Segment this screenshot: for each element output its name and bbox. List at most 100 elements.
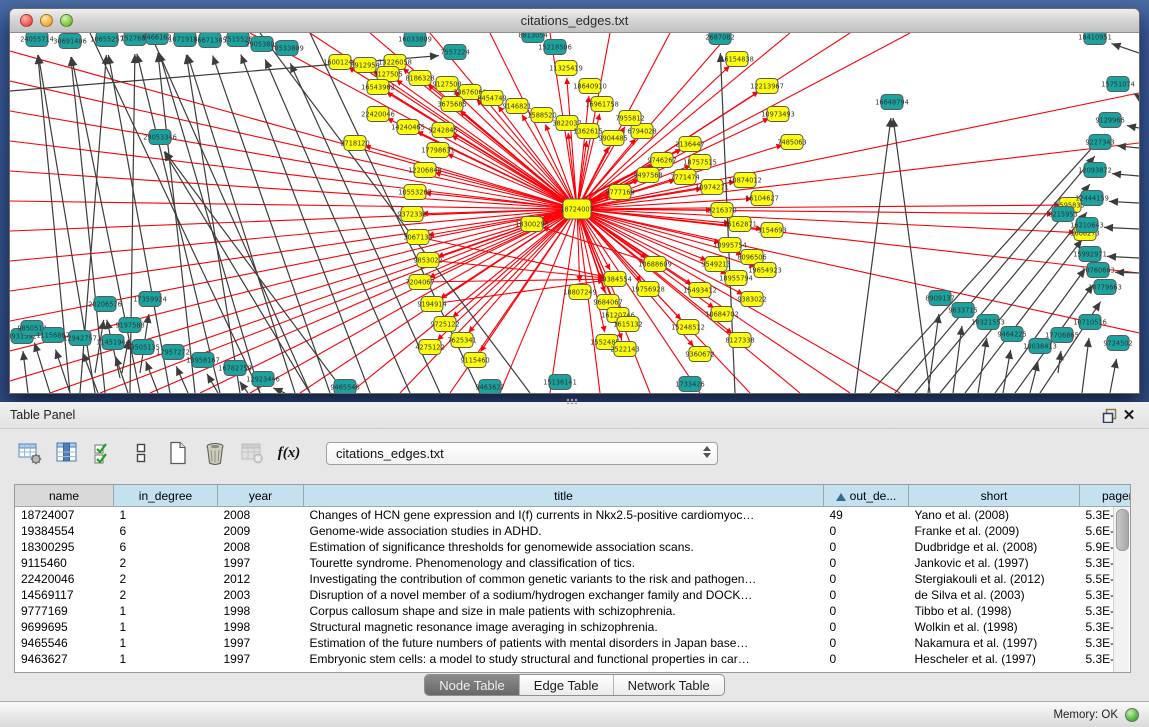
- graph-edge[interactable]: [1134, 93, 1139, 101]
- graph-node[interactable]: 24055714: [20, 33, 54, 47]
- table-row[interactable]: 911546021997Tourette syndrome. Phenomeno…: [15, 555, 1131, 571]
- graph-edge[interactable]: [435, 171, 577, 209]
- table-row[interactable]: 1872400712008Changes of HCN gene express…: [15, 507, 1131, 524]
- graph-node[interactable]: 9777169: [605, 185, 634, 200]
- graph-node[interactable]: 9360672: [685, 347, 714, 362]
- graph-node[interactable]: 1733426: [675, 377, 704, 392]
- citation-graph[interactable]: 1872400716001245891295413226058912750516…: [10, 33, 1139, 394]
- graph-node[interactable]: 7771474: [670, 170, 699, 185]
- graph-edge[interactable]: [20, 351, 28, 393]
- graph-edge[interactable]: [577, 93, 1139, 209]
- tab-edge-table[interactable]: Edge Table: [519, 675, 613, 695]
- table-row[interactable]: 946554611997Estimation of the future num…: [15, 635, 1131, 651]
- graph-node[interactable]: 9129966: [1095, 113, 1124, 128]
- graph-edge[interactable]: [150, 33, 310, 393]
- graph-edge[interactable]: [10, 209, 577, 231]
- graph-node[interactable]: 9633715: [948, 303, 977, 318]
- graph-node[interactable]: 9242845: [428, 123, 457, 138]
- graph-node[interactable]: 3216370: [707, 203, 736, 218]
- table-row[interactable]: 969969511998Structural magnetic resonanc…: [15, 619, 1131, 635]
- graph-edge[interactable]: [145, 361, 158, 393]
- graph-edge[interactable]: [870, 134, 1105, 393]
- graph-node[interactable]: 9724502: [1103, 336, 1132, 351]
- graph-node[interactable]: 8215953: [1048, 207, 1077, 222]
- graph-edge[interactable]: [1109, 198, 1139, 206]
- graph-edge[interactable]: [928, 314, 942, 393]
- graph-node[interactable]: 16648794: [875, 95, 909, 110]
- graph-node[interactable]: 8127338: [725, 333, 754, 348]
- function-icon[interactable]: f(x): [275, 439, 303, 467]
- graph-node[interactable]: 9115460: [460, 353, 489, 368]
- graph-node[interactable]: 29053346: [143, 130, 177, 145]
- table-row[interactable]: 2242004622012Investigating the contribut…: [15, 571, 1131, 587]
- graph-edge[interactable]: [577, 202, 1060, 209]
- window-close-button[interactable]: [20, 14, 33, 27]
- graph-node[interactable]: 2522143: [610, 342, 639, 357]
- graph-node[interactable]: 16782759: [218, 361, 252, 376]
- table-row[interactable]: 1938455462009Genome-wide association stu…: [15, 523, 1131, 539]
- graph-node[interactable]: 2136447: [675, 137, 704, 152]
- scrollbar-thumb[interactable]: [1116, 509, 1129, 551]
- delete-trash-icon[interactable]: [201, 439, 229, 467]
- graph-node[interactable]: 9154693: [757, 223, 786, 238]
- graph-edge[interactable]: [855, 118, 894, 393]
- graph-node[interactable]: 9465546: [330, 380, 359, 395]
- graph-node[interactable]: 3675685: [437, 97, 466, 112]
- graph-edge[interactable]: [1112, 43, 1139, 53]
- graph-edge[interactable]: [550, 209, 577, 393]
- table-row[interactable]: 1456911722003Disruption of a novel membe…: [15, 587, 1131, 603]
- graph-edge[interactable]: [10, 209, 577, 351]
- graph-node[interactable]: 7625341: [447, 333, 476, 348]
- graph-node[interactable]: 15992971: [1073, 247, 1107, 262]
- graph-edge[interactable]: [978, 338, 989, 393]
- graph-edge[interactable]: [10, 51, 577, 209]
- graph-node[interactable]: 15248512: [671, 320, 705, 335]
- graph-node[interactable]: 9227343: [1085, 135, 1114, 150]
- graph-edge[interactable]: [1030, 362, 1040, 393]
- window-titlebar[interactable]: citations_edges.txt: [10, 9, 1139, 33]
- table-column-icon[interactable]: [53, 439, 81, 467]
- graph-edge[interactable]: [1104, 224, 1139, 232]
- graph-node[interactable]: 9725122: [430, 317, 459, 332]
- column-header-year[interactable]: year: [218, 485, 304, 507]
- graph-node[interactable]: 9904485: [598, 131, 627, 146]
- graph-node[interactable]: 17359924: [133, 292, 167, 307]
- graph-node[interactable]: 16033809: [398, 33, 432, 47]
- graph-node[interactable]: 12093872: [1078, 163, 1112, 178]
- graph-node[interactable]: 15136141: [543, 375, 577, 390]
- graph-edge[interactable]: [212, 56, 330, 393]
- graph-node[interactable]: 10874012: [728, 173, 762, 188]
- graph-edge[interactable]: [1110, 359, 1119, 393]
- graph-edge[interactable]: [33, 343, 50, 393]
- graph-node[interactable]: 30691406: [53, 34, 87, 49]
- graph-node[interactable]: 9746267: [647, 153, 676, 168]
- graph-edge[interactable]: [1107, 253, 1139, 261]
- graph-node[interactable]: 7204067: [405, 275, 434, 290]
- graph-node[interactable]: 12206848: [408, 163, 442, 178]
- table-row[interactable]: 1830029562008Estimation of significance …: [15, 539, 1131, 555]
- graph-node[interactable]: 10321553: [971, 315, 1005, 330]
- table-row[interactable]: 977716911998Corpus callosum shape and si…: [15, 603, 1131, 619]
- table-row[interactable]: 946362711997Embryonic stem cells: a mode…: [15, 651, 1131, 667]
- window-zoom-button[interactable]: [60, 14, 73, 27]
- column-header-title[interactable]: title: [304, 485, 824, 507]
- graph-node[interactable]: 2718120: [340, 136, 369, 151]
- graph-node[interactable]: 3067133: [403, 230, 432, 245]
- graph-node[interactable]: 9383022: [737, 292, 766, 307]
- graph-node[interactable]: 8909137: [925, 291, 954, 306]
- graph-node[interactable]: 9463627: [475, 380, 504, 395]
- close-panel-icon[interactable]: ✕: [1119, 406, 1139, 424]
- graph-hub-node[interactable]: 18724007: [560, 199, 594, 219]
- column-header-in_degree[interactable]: in_degree: [114, 485, 218, 507]
- graph-node[interactable]: 18640910: [573, 79, 607, 94]
- network-canvas[interactable]: 1872400716001245891295413226058912750516…: [10, 33, 1139, 394]
- graph-node[interactable]: 16104627: [745, 191, 779, 206]
- graph-node[interactable]: 16961758: [585, 97, 619, 112]
- graph-edge[interactable]: [100, 209, 577, 393]
- graph-node[interactable]: 15751074: [1101, 77, 1135, 92]
- table-source-select[interactable]: citations_edges.txt: [326, 442, 718, 465]
- graph-node[interactable]: 9549213: [701, 257, 730, 272]
- table-settings-icon[interactable]: [16, 439, 44, 467]
- graph-node[interactable]: 9372332: [397, 207, 426, 222]
- graph-edge[interactable]: [418, 237, 604, 278]
